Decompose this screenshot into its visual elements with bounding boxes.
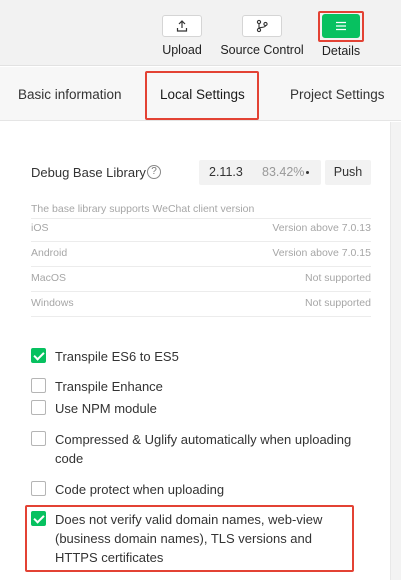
option-label: Compressed & Uglify automatically when u…: [55, 432, 352, 466]
os-name: iOS: [31, 222, 49, 234]
library-version: 2.11.3: [209, 165, 243, 179]
os-support-value: Version above 7.0.13: [272, 222, 371, 234]
branch-icon: [256, 19, 268, 33]
checkbox[interactable]: [31, 348, 46, 363]
divider: [31, 241, 371, 242]
support-row-windows: Windows Not supported: [31, 297, 371, 313]
details-label: Details: [321, 44, 361, 58]
option-label: Transpile ES6 to ES5: [55, 349, 179, 364]
domain-option-highlight-box: [25, 505, 354, 572]
local-settings-highlight-box: [145, 71, 259, 120]
checkbox[interactable]: [31, 481, 46, 496]
option-label: Code protect when uploading: [55, 482, 225, 497]
base-library-version-select[interactable]: 2.11.3 83.42%: [199, 160, 321, 185]
source-control-label: Source Control: [220, 43, 304, 57]
upload-button[interactable]: [162, 15, 202, 37]
support-row-android: Android Version above 7.0.15: [31, 247, 371, 263]
checkbox[interactable]: [31, 400, 46, 415]
support-note: The base library supports WeChat client …: [31, 203, 255, 215]
upload-tool[interactable]: Upload: [162, 0, 202, 66]
os-name: MacOS: [31, 272, 67, 284]
os-name: Android: [31, 247, 68, 259]
upload-label: Upload: [162, 43, 202, 57]
os-name: Windows: [31, 297, 74, 309]
debug-base-library-row: Debug Base Library ? 2.11.3 83.42% Push: [31, 160, 371, 186]
debug-base-library-label: Debug Base Library: [31, 165, 146, 180]
checkbox[interactable]: [31, 378, 46, 393]
support-row-macos: MacOS Not supported: [31, 272, 371, 288]
os-support-value: Not supported: [305, 297, 371, 309]
dropdown-dot-icon: [306, 171, 309, 174]
tab-basic-information[interactable]: Basic information: [18, 67, 122, 121]
support-row-ios: iOS Version above 7.0.13: [31, 222, 371, 238]
upload-icon: [176, 20, 188, 32]
divider: [31, 291, 371, 292]
os-support-value: Not supported: [305, 272, 371, 284]
os-support-value: Version above 7.0.15: [272, 247, 371, 259]
checkbox[interactable]: [31, 431, 46, 446]
details-highlight-box: [318, 11, 364, 42]
divider: [31, 218, 371, 219]
source-control-button[interactable]: [242, 15, 282, 37]
source-control-tool[interactable]: Source Control: [220, 0, 304, 66]
scrollbar[interactable]: [390, 122, 401, 580]
divider: [31, 316, 371, 317]
library-usage-percent: 83.42%: [262, 165, 305, 179]
divider: [31, 266, 371, 267]
option-label: Transpile Enhance: [55, 379, 163, 394]
help-icon[interactable]: ?: [147, 165, 161, 179]
tab-project-settings[interactable]: Project Settings: [290, 67, 385, 121]
option-label: Use NPM module: [55, 401, 157, 416]
push-button[interactable]: Push: [325, 160, 371, 185]
